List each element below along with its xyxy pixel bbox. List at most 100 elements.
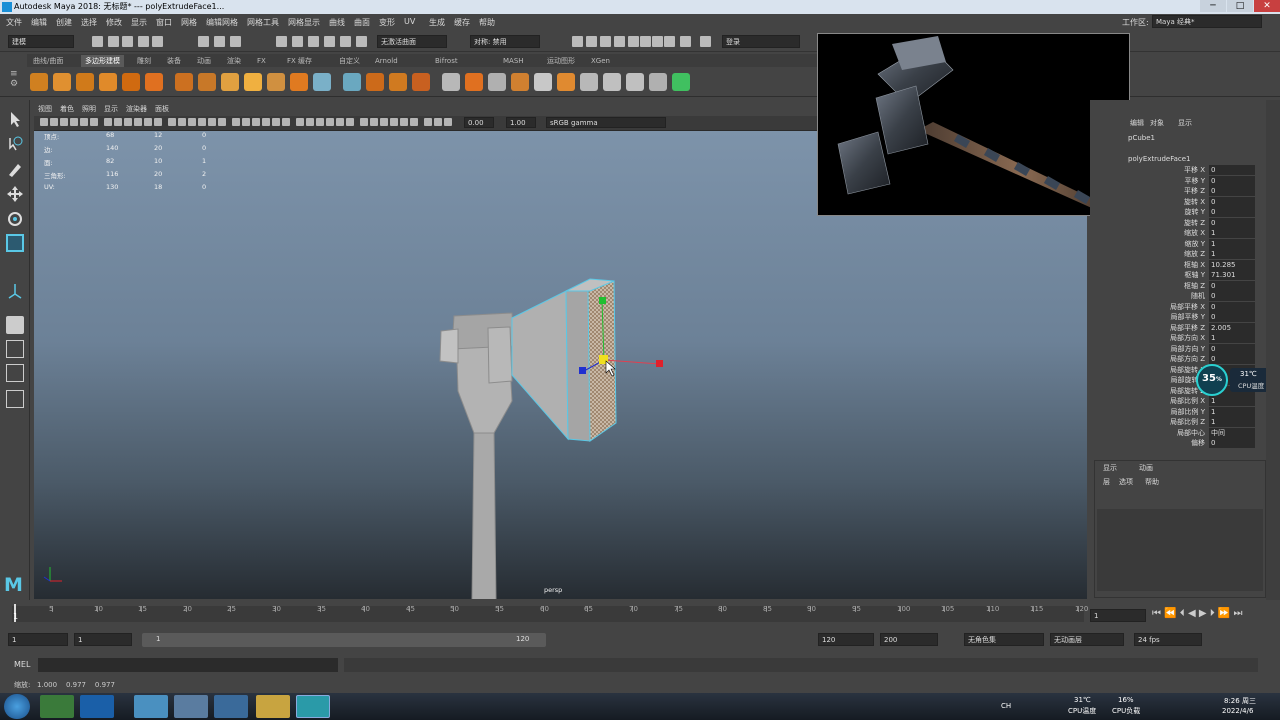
shelf-tool-icon-9[interactable] <box>244 73 262 91</box>
menu-8[interactable]: 编辑网格 <box>206 17 238 28</box>
close-button[interactable]: ✕ <box>1254 0 1280 12</box>
panel-menu-0[interactable]: 视图 <box>38 104 52 114</box>
shelf-tool-icon-25[interactable] <box>626 73 644 91</box>
panel-menu-2[interactable]: 照明 <box>82 104 96 114</box>
attr-field-10[interactable]: 71.301 <box>1209 270 1255 280</box>
attr-field-3[interactable]: 0 <box>1209 196 1255 207</box>
panel-tool-icon-29[interactable] <box>346 118 354 126</box>
status-icon-5[interactable] <box>198 36 209 47</box>
character-set-dropdown[interactable]: 无角色集 <box>964 633 1044 646</box>
attr-field-2[interactable]: 0 <box>1209 186 1255 196</box>
panel-tool-icon-28[interactable] <box>336 118 344 126</box>
range-bar[interactable] <box>142 633 546 647</box>
status-icon-8[interactable] <box>276 36 287 47</box>
panel-tool-icon-2[interactable] <box>60 118 68 126</box>
layer-tab-0[interactable]: 显示 <box>1103 463 1117 473</box>
menu-17[interactable]: 帮助 <box>479 17 495 28</box>
panel-tool-icon-0[interactable] <box>40 118 48 126</box>
panel-tool-icon-8[interactable] <box>124 118 132 126</box>
panel-tool-icon-16[interactable] <box>208 118 216 126</box>
taskbar-ie-icon[interactable] <box>80 695 114 718</box>
symmetry-dropdown[interactable]: 对称: 禁用 <box>470 35 540 48</box>
panel-tool-icon-19[interactable] <box>242 118 250 126</box>
status-icon-3[interactable] <box>138 36 149 47</box>
panel-tool-icon-9[interactable] <box>134 118 142 126</box>
attr-field-13[interactable]: 0 <box>1209 301 1255 312</box>
shelf-tool-icon-1[interactable] <box>53 73 71 91</box>
status-icon-9[interactable] <box>292 36 303 47</box>
anim-layer-dropdown[interactable]: 无动画层 <box>1050 633 1124 646</box>
fps-dropdown[interactable]: 24 fps <box>1134 633 1202 646</box>
shelf-tool-icon-21[interactable] <box>534 73 552 91</box>
shelf-tool-icon-10[interactable] <box>267 73 285 91</box>
shelf-tab-11[interactable]: MASH <box>499 55 528 67</box>
menu-2[interactable]: 创建 <box>56 17 72 28</box>
attr-field-9[interactable]: 10.285 <box>1209 259 1255 270</box>
layout-two-icon[interactable] <box>6 364 24 382</box>
attr-field-22[interactable]: 1 <box>1209 396 1255 406</box>
shelf-tab-12[interactable]: 运动图形 <box>543 55 579 67</box>
scale-tool-icon[interactable] <box>6 234 24 252</box>
status-icon-14[interactable] <box>572 36 583 47</box>
shelf-tab-8[interactable]: 自定义 <box>335 55 364 67</box>
taskbar-app-4[interactable] <box>174 695 208 718</box>
status-icon-22[interactable] <box>680 36 691 47</box>
shelf-tool-icon-13[interactable] <box>343 73 361 91</box>
color-space-dropdown[interactable]: sRGB gamma <box>546 117 666 128</box>
panel-tool-icon-22[interactable] <box>272 118 280 126</box>
attr-field-15[interactable]: 2.005 <box>1209 322 1255 333</box>
menu-7[interactable]: 网格 <box>181 17 197 28</box>
login-dropdown[interactable]: 登录 <box>722 35 800 48</box>
panel-tool-icon-6[interactable] <box>104 118 112 126</box>
attr-field-4[interactable]: 0 <box>1209 207 1255 217</box>
panel-tool-icon-27[interactable] <box>326 118 334 126</box>
tray-lang[interactable]: CH <box>1001 702 1011 710</box>
status-icon-21[interactable] <box>664 36 675 47</box>
panel-tool-icon-26[interactable] <box>316 118 324 126</box>
taskbar-maya-icon[interactable] <box>296 695 330 718</box>
attr-field-11[interactable]: 0 <box>1209 280 1255 291</box>
panel-tool-icon-25[interactable] <box>306 118 314 126</box>
shelf-tool-icon-5[interactable] <box>145 73 163 91</box>
panel-tool-icon-1[interactable] <box>50 118 58 126</box>
status-icon-13[interactable] <box>356 36 367 47</box>
panel-tool-icon-17[interactable] <box>218 118 226 126</box>
shelf-menu-icon[interactable]: ≡ ⚙ <box>10 69 22 95</box>
shelf-tab-7[interactable]: FX 缓存 <box>283 55 316 67</box>
status-icon-23[interactable] <box>700 36 711 47</box>
end-frame-field[interactable]: 200 <box>880 633 938 646</box>
menu-13[interactable]: 变形 <box>379 17 395 28</box>
shelf-tool-icon-26[interactable] <box>649 73 667 91</box>
workspace-dropdown[interactable]: Maya 经典* <box>1152 15 1262 28</box>
attr-field-17[interactable]: 0 <box>1209 343 1255 354</box>
shelf-tool-icon-0[interactable] <box>30 73 48 91</box>
taskbar-app-5[interactable] <box>214 695 248 718</box>
panel-tool-icon-31[interactable] <box>370 118 378 126</box>
status-icon-20[interactable] <box>652 36 663 47</box>
panel-tool-icon-13[interactable] <box>178 118 186 126</box>
minimize-button[interactable]: ─ <box>1200 0 1226 12</box>
status-icon-15[interactable] <box>586 36 597 47</box>
shelf-tool-icon-14[interactable] <box>366 73 384 91</box>
menu-16[interactable]: 缓存 <box>454 17 470 28</box>
attr-field-16[interactable]: 1 <box>1209 333 1255 343</box>
panel-tool-icon-34[interactable] <box>400 118 408 126</box>
status-icon-19[interactable] <box>640 36 651 47</box>
shelf-tab-2[interactable]: 雕刻 <box>133 55 155 67</box>
shelf-tab-4[interactable]: 动画 <box>193 55 215 67</box>
menu-11[interactable]: 曲线 <box>329 17 345 28</box>
shelf-tool-icon-11[interactable] <box>290 73 308 91</box>
taskbar-app-1[interactable] <box>40 695 74 718</box>
panel-tool-icon-30[interactable] <box>360 118 368 126</box>
panel-tool-icon-24[interactable] <box>296 118 304 126</box>
taskbar-app-3[interactable] <box>134 695 168 718</box>
lasso-tool-icon[interactable] <box>6 135 24 153</box>
panel-tool-icon-14[interactable] <box>188 118 196 126</box>
panel-menu-1[interactable]: 着色 <box>60 104 74 114</box>
shelf-tool-icon-3[interactable] <box>99 73 117 91</box>
status-icon-17[interactable] <box>614 36 625 47</box>
attr-field-23[interactable]: 1 <box>1209 406 1255 417</box>
shelf-tool-icon-15[interactable] <box>389 73 407 91</box>
panel-tool-icon-18[interactable] <box>232 118 240 126</box>
taskbar-explorer-icon[interactable] <box>256 695 290 718</box>
